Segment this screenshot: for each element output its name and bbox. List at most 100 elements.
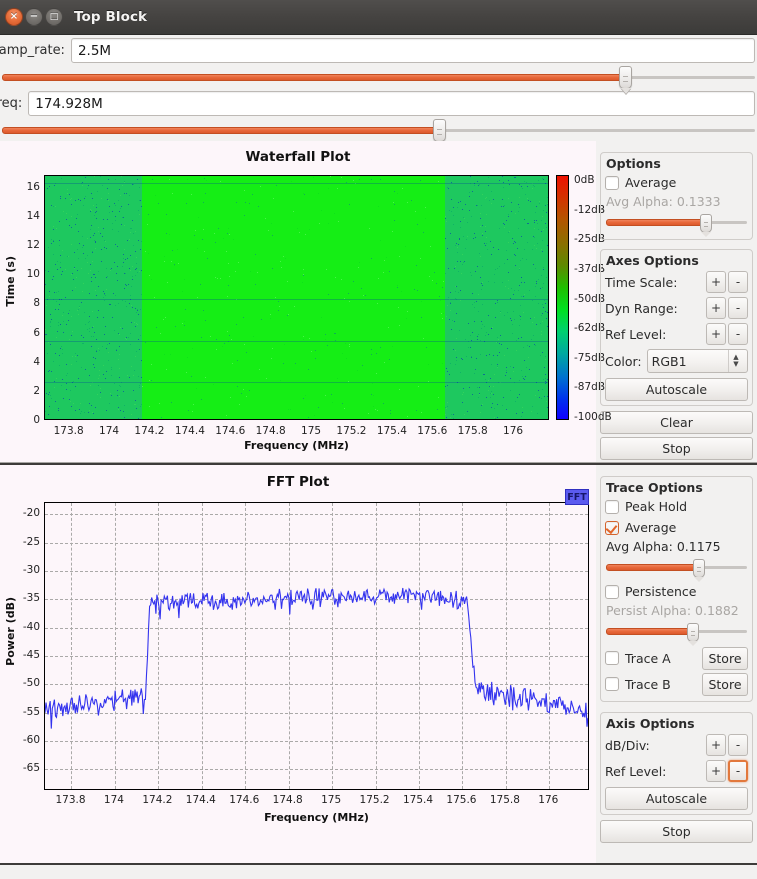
waterfall-scanline (45, 183, 548, 185)
minimize-glyph: − (29, 11, 39, 22)
fft-x-tick: 175.2 (359, 794, 390, 806)
fft-stop-button[interactable]: Stop (600, 820, 753, 843)
waterfall-ref-level-minus-button[interactable]: - (728, 323, 748, 345)
waterfall-time-scale-plus-button[interactable]: + (706, 271, 726, 293)
fft-axis-options-group: Axis Options dB/Div: + - Ref Level: + - … (600, 712, 753, 815)
waterfall-dyn-range-row: Dyn Range: + - (605, 295, 748, 321)
samp-rate-input[interactable] (70, 38, 755, 63)
fft-trace-options-group: Trace Options Peak Hold Average Avg Alph… (600, 476, 753, 702)
waterfall-dyn-range-minus-button[interactable]: - (728, 297, 748, 319)
freq-slider-handle[interactable] (432, 119, 446, 142)
waterfall-y-tick: 16 (26, 180, 40, 193)
waterfall-time-scale-minus-button[interactable]: - (728, 271, 748, 293)
waterfall-colorbar-tick: 0dB (574, 174, 595, 186)
fft-persist-alpha-slider[interactable] (606, 622, 747, 646)
fft-x-tick: 175.4 (402, 794, 434, 806)
waterfall-options-group-title: Options (603, 156, 664, 171)
freq-label: freq: (0, 96, 23, 111)
fft-persistence-checkbox[interactable] (605, 584, 619, 599)
waterfall-color-select[interactable]: RGB1 ▲ ▼ (646, 349, 748, 373)
fft-autoscale-button[interactable]: Autoscale (605, 787, 748, 810)
fft-db-div-plus-button[interactable]: + (706, 734, 726, 756)
freq-slider[interactable] (0, 119, 757, 142)
window-title: Top Block (74, 9, 148, 25)
waterfall-x-tick: 176 (503, 425, 524, 437)
fft-x-axis-label: Frequency (MHz) (264, 811, 369, 824)
waterfall-x-tick: 175 (301, 425, 322, 437)
fft-peak-hold-label: Peak Hold (625, 499, 688, 514)
fft-peak-hold-row[interactable]: Peak Hold (605, 496, 748, 517)
fft-trace-b-store-button[interactable]: Store (702, 672, 748, 696)
waterfall-avg-alpha-handle[interactable] (700, 214, 713, 237)
fft-x-tick: 175.8 (489, 794, 520, 806)
waterfall-scanline (45, 298, 548, 300)
waterfall-stop-button[interactable]: Stop (600, 437, 753, 460)
fft-ref-level-plus-button[interactable]: + (706, 760, 726, 782)
freq-row: freq: (0, 88, 757, 119)
fft-x-tick: 175 (321, 794, 342, 806)
waterfall-x-tick: 174.6 (215, 425, 246, 437)
fft-avg-alpha-handle[interactable] (693, 559, 706, 582)
fft-trace-svg (45, 587, 588, 729)
samp-rate-row: samp_rate: (0, 35, 757, 66)
fft-x-tick: 174.8 (272, 794, 303, 806)
waterfall-colorbar (556, 175, 569, 420)
waterfall-average-row[interactable]: Average (605, 172, 748, 193)
waterfall-x-tick: 174.4 (174, 425, 205, 437)
waterfall-plot-area[interactable]: Waterfall Plot 0 2 4 6 8 10 12 14 16 173.8 174 174… (0, 141, 612, 463)
fft-persistence-row[interactable]: Persistence (605, 581, 748, 602)
fft-trace-b-checkbox[interactable] (605, 677, 619, 691)
waterfall-time-scale-row: Time Scale: + - (605, 269, 748, 295)
fft-y-tick: -55 (22, 705, 40, 718)
freq-input[interactable] (28, 91, 755, 116)
fft-legend-badge[interactable]: FFT (565, 489, 589, 505)
fft-axis-options-group-title: Axis Options (603, 716, 698, 731)
fft-average-checkbox[interactable] (605, 520, 619, 535)
fft-persist-alpha-handle[interactable] (687, 623, 700, 646)
waterfall-y-tick: 8 (33, 297, 40, 310)
minimize-icon[interactable]: − (25, 8, 43, 26)
window-buttons: × − □ (5, 8, 63, 26)
waterfall-autoscale-button[interactable]: Autoscale (605, 378, 748, 401)
fft-x-tick: 176 (538, 794, 559, 806)
close-icon[interactable]: × (5, 8, 23, 26)
fft-trace-a-store-button[interactable]: Store (702, 646, 748, 670)
fft-average-row[interactable]: Average (605, 517, 748, 538)
fft-y-tick: -65 (22, 762, 40, 775)
fft-canvas[interactable] (44, 502, 589, 790)
waterfall-avg-alpha-label: Avg Alpha: 0.1333 (606, 194, 721, 209)
fft-trace-a-row: Trace A Store (605, 645, 748, 671)
fft-ref-level-minus-button[interactable]: - (728, 760, 748, 782)
fft-trace-b-label: Trace B (625, 676, 671, 692)
waterfall-canvas[interactable] (44, 175, 549, 420)
fft-avg-alpha-slider[interactable] (606, 558, 747, 582)
waterfall-ref-level-plus-button[interactable]: + (706, 323, 726, 345)
fft-db-div-minus-button[interactable]: - (728, 734, 748, 756)
waterfall-x-tick: 175.8 (457, 425, 488, 437)
fft-y-tick: -50 (22, 677, 40, 690)
waterfall-y-tick: 10 (26, 268, 40, 281)
waterfall-colorbar-tick: -100dB (574, 411, 612, 423)
fft-x-tick: 174 (103, 794, 124, 806)
maximize-icon[interactable]: □ (45, 8, 63, 26)
samp-rate-slider[interactable] (0, 66, 757, 89)
fft-y-tick: -20 (22, 507, 40, 520)
waterfall-dyn-range-plus-button[interactable]: + (706, 297, 726, 319)
waterfall-clear-button[interactable]: Clear (600, 411, 753, 434)
window-titlebar: × − □ Top Block (0, 0, 757, 35)
spinner-icon[interactable]: ▲ ▼ (728, 350, 743, 372)
fft-db-div-label: dB/Div: (605, 737, 650, 753)
waterfall-y-tick: 0 (33, 414, 40, 426)
fft-peak-hold-checkbox[interactable] (605, 499, 619, 514)
waterfall-average-checkbox[interactable] (605, 175, 619, 190)
freq-slider-fill (2, 127, 439, 134)
fft-trace-a-checkbox[interactable] (605, 651, 619, 665)
fft-plot-area[interactable]: FFT Plot -20 -25 -30 -35 -40 -45 -50 -55 -60 -65 … (0, 463, 596, 863)
waterfall-y-axis-label: Time (s) (4, 256, 17, 307)
samp-rate-slider-handle[interactable] (619, 66, 633, 89)
waterfall-axes-options-group-title: Axes Options (603, 253, 702, 268)
waterfall-avg-alpha-slider[interactable] (606, 213, 747, 237)
waterfall-y-tick: 14 (26, 209, 40, 222)
waterfall-color-row: Color: RGB1 ▲ ▼ (605, 347, 748, 375)
waterfall-x-tick: 175.4 (376, 425, 407, 437)
